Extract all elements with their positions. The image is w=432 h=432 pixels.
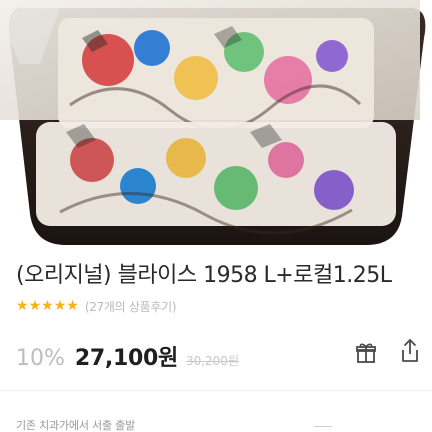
price-row: 10% 27,100원 30,200원 <box>16 340 239 371</box>
star-icon: ★ <box>16 298 29 314</box>
star-icon: ★ <box>28 298 42 314</box>
share-button[interactable] <box>396 336 424 366</box>
share-icon <box>402 339 418 362</box>
star-icon: ★ <box>41 298 54 314</box>
gift-icon <box>356 343 376 363</box>
sale-price: 27,100원 <box>74 346 178 371</box>
discount-rate: 10% <box>16 346 65 371</box>
product-photo <box>0 0 432 250</box>
gift-button[interactable] <box>352 338 380 366</box>
star-icon: ★ <box>53 298 67 314</box>
notice-separator <box>314 426 332 427</box>
rating-stars: ★ ★ ★ ★ ★ <box>16 299 79 313</box>
product-title: (오리지널) 블라이스 1958 L+로컬1.25L <box>16 263 392 288</box>
product-image[interactable] <box>0 0 432 250</box>
original-price: 30,200원 <box>185 354 239 368</box>
section-divider <box>0 390 432 391</box>
shipping-notice: 기존 치과가에서 서출 출발 <box>16 419 136 432</box>
review-count[interactable]: (27개의 상품후기) <box>85 298 177 315</box>
rating-row: ★ ★ ★ ★ ★ (27개의 상품후기) <box>16 298 177 315</box>
star-icon: ★ <box>66 298 79 314</box>
